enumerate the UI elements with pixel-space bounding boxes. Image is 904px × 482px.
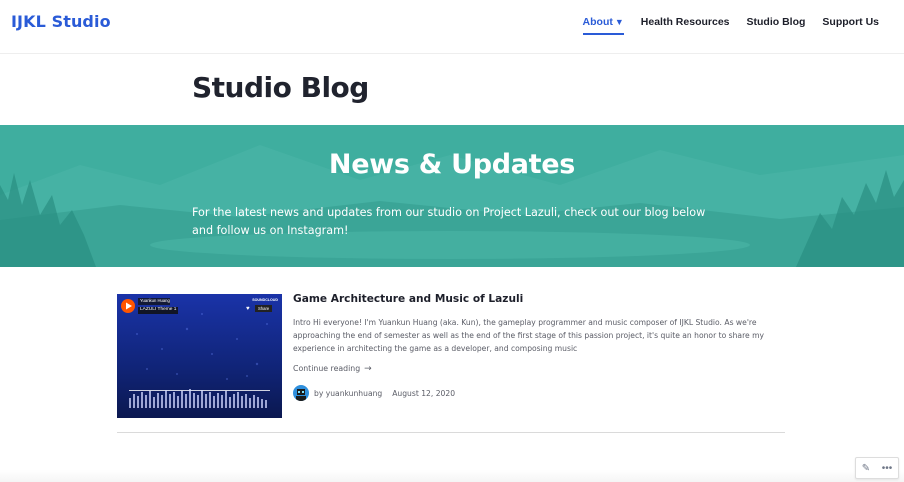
hero-banner: News & Updates For the latest news and u… bbox=[0, 125, 904, 267]
hero-description: For the latest news and updates from our… bbox=[192, 206, 706, 237]
site-title-link[interactable]: IJKL Studio bbox=[11, 12, 111, 31]
post-divider bbox=[117, 432, 785, 433]
hero-title: News & Updates bbox=[328, 149, 576, 180]
pencil-icon[interactable]: ✎ bbox=[862, 463, 870, 474]
soundcloud-player-image bbox=[117, 294, 282, 418]
post-meta: by yuankunhuang August 12, 2020 bbox=[293, 384, 455, 402]
post-title-link[interactable]: Game Architecture and Music of Lazuli bbox=[293, 293, 523, 305]
bottom-shade bbox=[0, 470, 904, 482]
soundcloud-uploader-label: Yuankun Huang bbox=[140, 298, 170, 303]
author-link[interactable]: yuankunhuang bbox=[326, 389, 382, 398]
avatar-image bbox=[293, 385, 309, 401]
floating-toolbar: ✎ ••• bbox=[855, 457, 899, 479]
soundcloud-track-label: LAZULI Theme 1 bbox=[140, 307, 177, 312]
main-navigation: About ▼ Health Resources Studio Blog Supp… bbox=[566, 16, 879, 35]
nav-item-support-us[interactable]: Support Us bbox=[822, 16, 879, 35]
author-avatar[interactable] bbox=[293, 385, 309, 401]
post-date[interactable]: August 12, 2020 bbox=[392, 389, 455, 398]
continue-reading-link[interactable]: Continue reading → bbox=[293, 364, 372, 374]
nav-item-about-label: About bbox=[582, 16, 613, 28]
share-button[interactable]: Share bbox=[255, 305, 273, 312]
post-excerpt: Intro Hi everyone! I'm Yuankun Huang (ak… bbox=[293, 318, 765, 353]
soundcloud-logo: SOUNDCLOUD bbox=[252, 298, 278, 302]
chevron-down-icon: ▼ bbox=[614, 17, 624, 27]
arrow-right-icon: → bbox=[364, 364, 372, 374]
nav-item-health-resources[interactable]: Health Resources bbox=[641, 16, 730, 35]
site-header: IJKL Studio About ▼ Health Resources Stud… bbox=[0, 0, 904, 54]
ellipsis-icon[interactable]: ••• bbox=[882, 463, 893, 474]
nav-item-about[interactable]: About ▼ bbox=[582, 16, 624, 35]
post-thumbnail[interactable]: Yuankun Huang LAZULI Theme 1 SOUNDCLOUD … bbox=[117, 294, 282, 418]
author-prefix: by bbox=[314, 388, 324, 398]
heart-icon[interactable]: ♥ bbox=[246, 306, 250, 312]
continue-reading-label: Continue reading bbox=[293, 364, 361, 373]
nav-item-studio-blog[interactable]: Studio Blog bbox=[747, 16, 806, 35]
page-title: Studio Blog bbox=[192, 71, 369, 104]
hero-background-image bbox=[0, 125, 904, 267]
